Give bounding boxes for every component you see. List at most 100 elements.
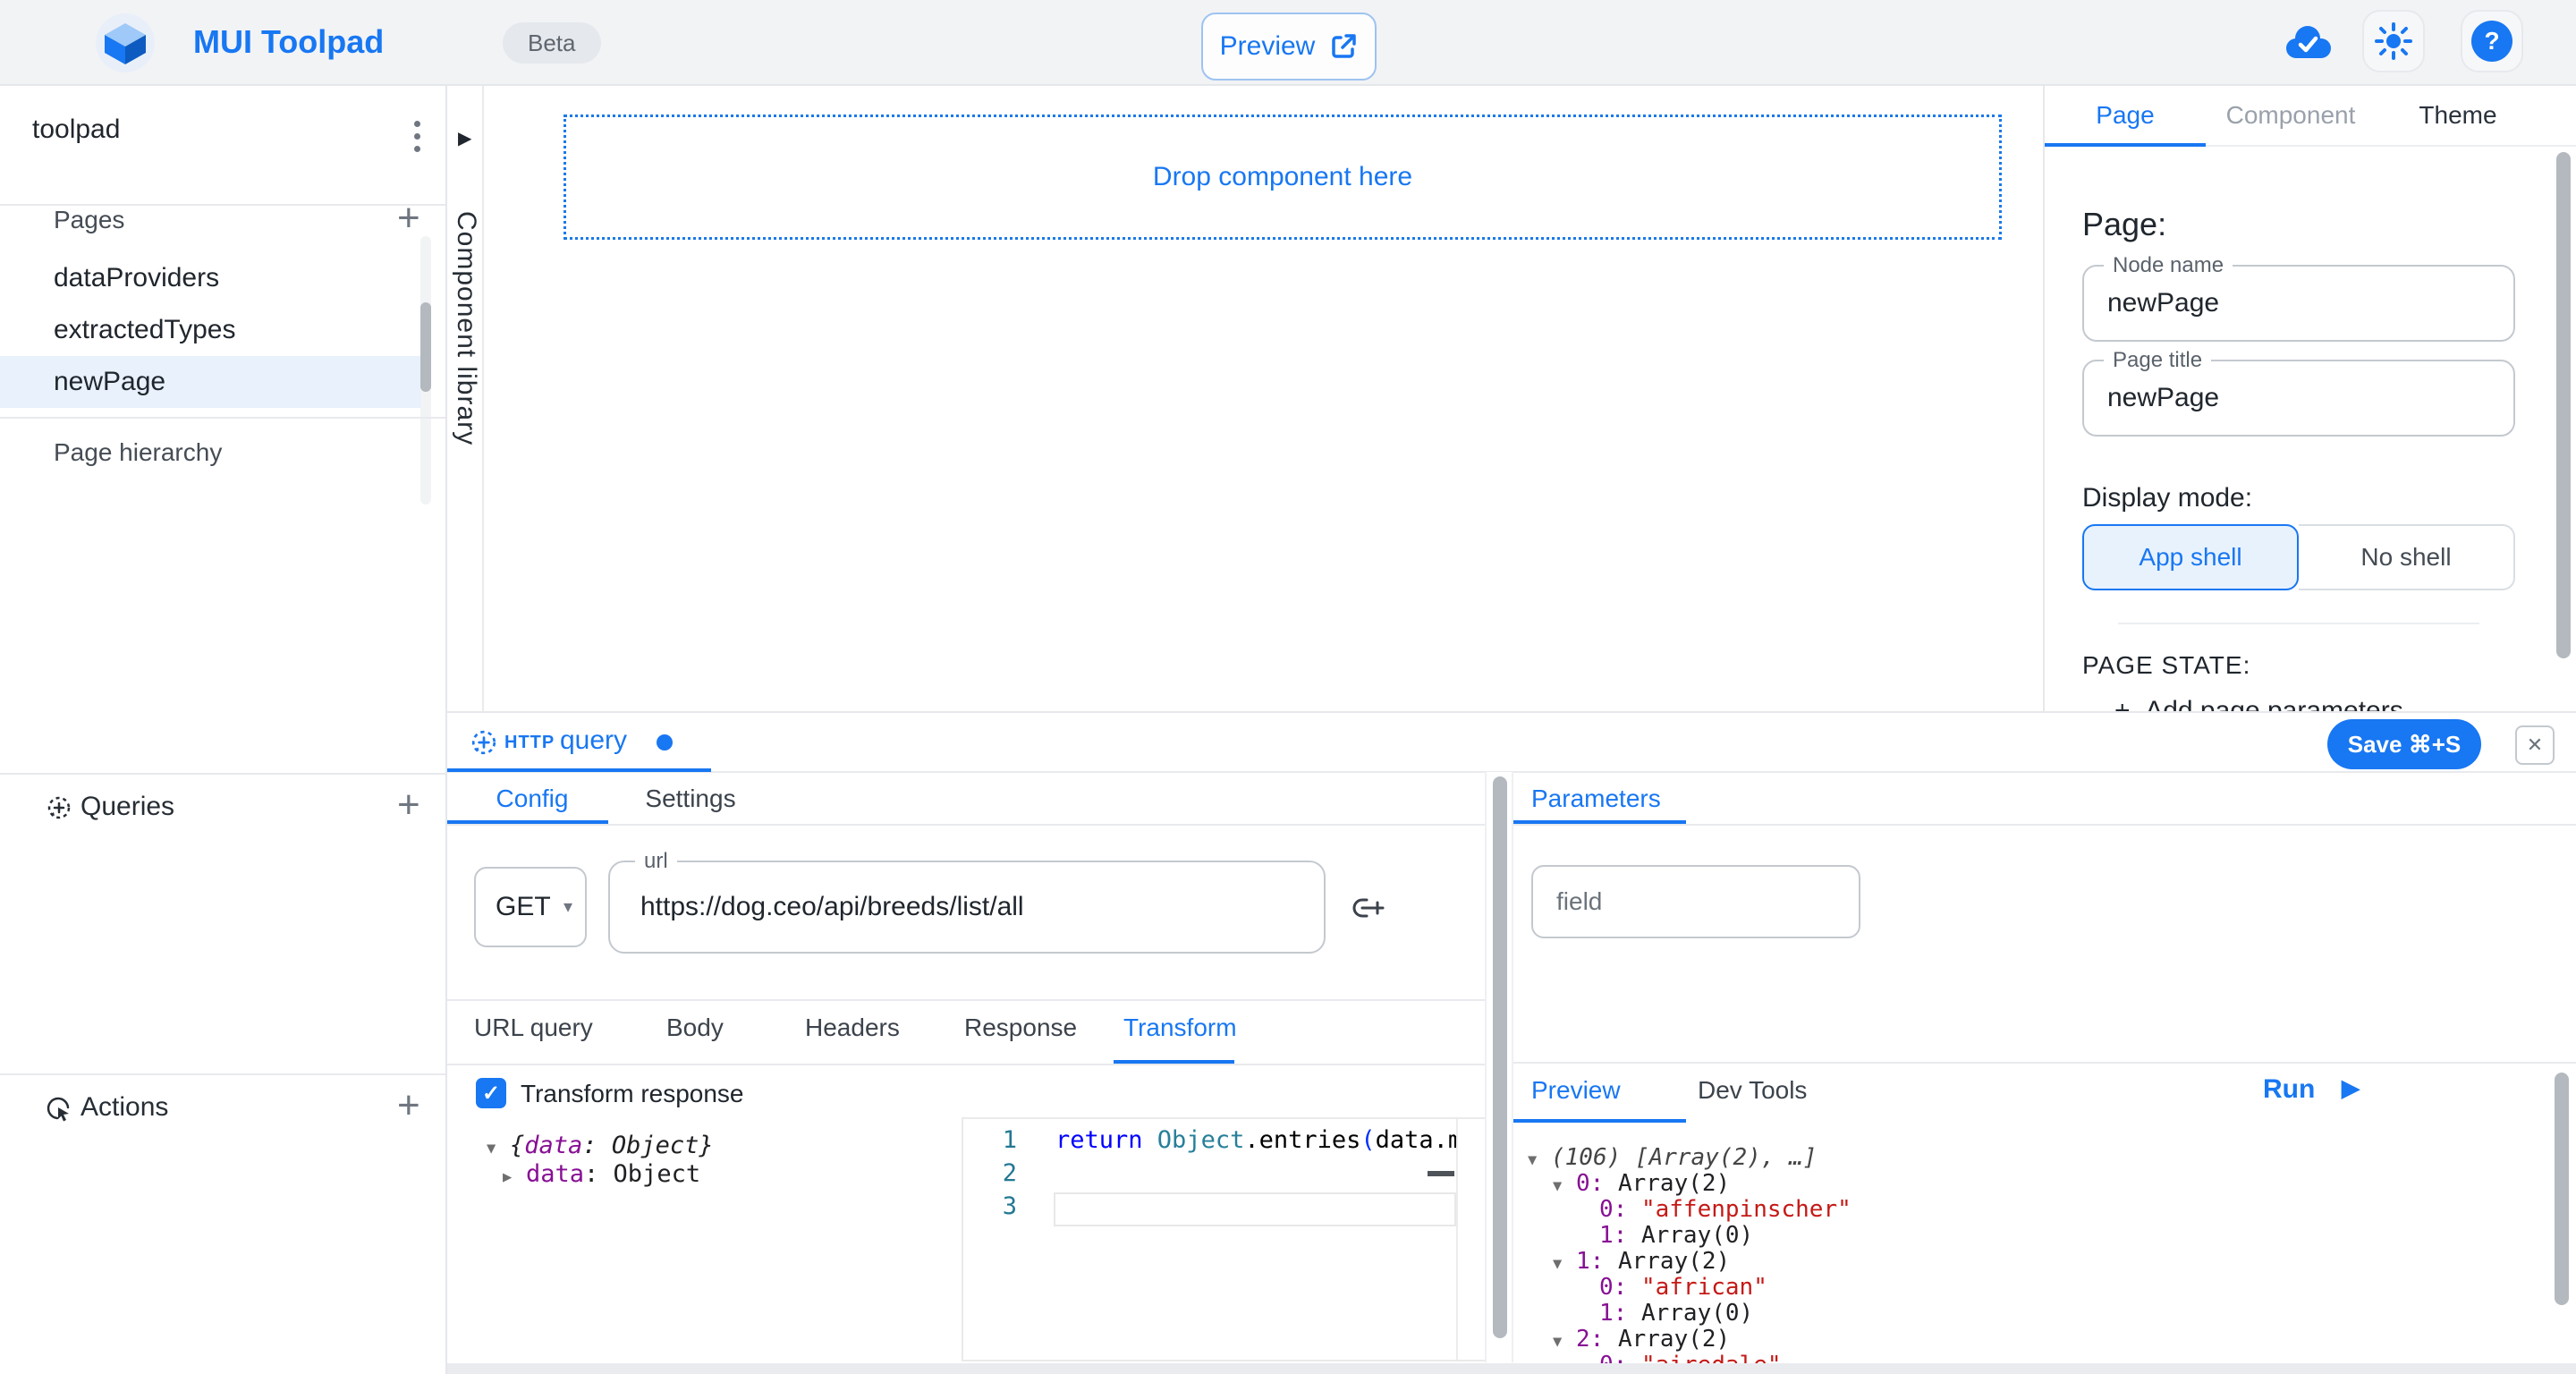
tab-devtools[interactable]: Dev Tools bbox=[1698, 1076, 1807, 1105]
close-panel-button[interactable]: ✕ bbox=[2515, 725, 2555, 765]
expand-triangle-icon[interactable]: ▼ bbox=[1528, 1151, 1551, 1169]
json-row[interactable]: ▼0: Array(2) bbox=[1553, 1170, 1730, 1197]
tab-theme[interactable]: Theme bbox=[2404, 86, 2512, 145]
config-tabs-border bbox=[447, 824, 1485, 826]
code-line-1[interactable]: return Object.entries(data.messag bbox=[1055, 1126, 1456, 1154]
tab-page[interactable]: Page bbox=[2045, 86, 2206, 145]
inspector-scrollbar-thumb[interactable] bbox=[2556, 152, 2571, 658]
save-button[interactable]: Save ⌘+S bbox=[2327, 719, 2481, 769]
tab-component[interactable]: Component bbox=[2215, 86, 2367, 145]
actions-icon bbox=[47, 1097, 72, 1122]
pages-section-header: Pages bbox=[54, 195, 124, 245]
chevron-right-icon[interactable]: ▶ bbox=[458, 127, 471, 149]
no-shell-option[interactable]: No shell bbox=[2299, 524, 2515, 590]
url-field[interactable]: url https://dog.ceo/api/breeds/list/all bbox=[608, 861, 1326, 954]
inspector-heading: Page: bbox=[2082, 206, 2166, 243]
preview-button[interactable]: Preview bbox=[1201, 13, 1377, 81]
sidebar-item-newpage[interactable]: newPage bbox=[0, 356, 422, 408]
sidebar-divider bbox=[0, 417, 445, 419]
expand-triangle-icon[interactable]: ▼ bbox=[1553, 1255, 1576, 1273]
deploy-status-cloud-icon[interactable] bbox=[2284, 25, 2333, 61]
node-name-field[interactable]: Node name newPage bbox=[2082, 265, 2515, 342]
json-row[interactable]: 0: "african" bbox=[1576, 1274, 1767, 1301]
subtab-response[interactable]: Response bbox=[964, 1014, 1077, 1042]
schema-tree-child[interactable]: ▶data: Object bbox=[503, 1160, 700, 1188]
app-shell-option[interactable]: App shell bbox=[2082, 524, 2299, 590]
dropdown-arrow-icon: ▾ bbox=[564, 869, 572, 946]
help-button[interactable]: ? bbox=[2461, 10, 2523, 72]
add-binding-link-icon[interactable] bbox=[1351, 890, 1386, 926]
panel-scrollbar-thumb[interactable] bbox=[1493, 776, 1507, 1338]
page-canvas: ▶ Component library Drop component here bbox=[447, 86, 2043, 711]
panel-scrollbar-track[interactable] bbox=[1485, 772, 1513, 1362]
params-tabs-border bbox=[1513, 824, 2576, 826]
add-page-parameters-clipped[interactable]: + Add page parameters bbox=[2114, 696, 2526, 711]
expand-triangle-icon[interactable]: ▼ bbox=[487, 1140, 510, 1158]
project-menu-button[interactable] bbox=[399, 113, 435, 159]
json-row[interactable]: ▼1: Array(2) bbox=[1553, 1248, 1730, 1275]
inspector-panel: Page Component Theme Page: Node name new… bbox=[2043, 86, 2576, 711]
sidebar-divider bbox=[0, 773, 445, 775]
run-button[interactable]: Run ▶ bbox=[2263, 1074, 2315, 1105]
line-number: 1 bbox=[990, 1126, 1017, 1154]
json-row[interactable]: 0: "affenpinscher" bbox=[1576, 1196, 1852, 1223]
tab-settings[interactable]: Settings bbox=[637, 785, 744, 813]
http-method-select[interactable]: GET ▾ bbox=[474, 867, 587, 947]
drop-component-zone[interactable]: Drop component here bbox=[564, 114, 2002, 240]
json-row[interactable]: 1: Array(0) bbox=[1576, 1222, 1753, 1249]
schema-tree-root[interactable]: ▼{data: Object} bbox=[487, 1132, 714, 1159]
unsaved-dot-indicator bbox=[657, 734, 673, 751]
subtab-headers[interactable]: Headers bbox=[805, 1014, 900, 1042]
display-mode-toggle: App shell No shell bbox=[2082, 524, 2515, 590]
http-query-icon bbox=[470, 729, 497, 756]
close-icon: ✕ bbox=[2527, 734, 2543, 757]
parameter-field-input[interactable]: field bbox=[1531, 865, 1860, 938]
add-query-button[interactable]: + bbox=[397, 785, 420, 825]
subtab-url-query[interactable]: URL query bbox=[474, 1014, 593, 1042]
json-row[interactable]: ▼(106) [Array(2), …] bbox=[1528, 1144, 1817, 1171]
transform-response-label[interactable]: Transform response bbox=[521, 1080, 744, 1108]
json-row[interactable]: 1: Array(0) bbox=[1576, 1300, 1753, 1327]
page-item-label: extractedTypes bbox=[54, 315, 235, 344]
inspector-divider bbox=[2118, 623, 2479, 624]
parameter-field-value: field bbox=[1556, 867, 1602, 937]
line-number: 2 bbox=[990, 1159, 1017, 1187]
page-hierarchy-label[interactable]: Page hierarchy bbox=[54, 428, 222, 478]
horizontal-scrollbar-strip[interactable] bbox=[447, 1363, 2576, 1374]
pages-scrollbar-thumb[interactable] bbox=[420, 302, 431, 392]
page-title-value: newPage bbox=[2107, 361, 2219, 435]
display-mode-label: Display mode: bbox=[2082, 483, 2252, 513]
query-tab[interactable]: HTTP query bbox=[447, 713, 711, 772]
play-icon: ▶ bbox=[2342, 1074, 2360, 1102]
component-library-strip[interactable]: ▶ Component library bbox=[447, 86, 484, 711]
transform-code-editor[interactable]: 1 2 3 return Object.entries(data.messag bbox=[962, 1117, 1487, 1361]
subtabs-bottom-border bbox=[447, 1064, 1485, 1065]
sidebar-item-extractedtypes[interactable]: extractedTypes bbox=[0, 304, 422, 356]
plus-icon: + bbox=[2114, 696, 2131, 711]
preview-tab-indicator bbox=[1513, 1119, 1686, 1123]
sidebar-item-dataproviders[interactable]: dataProviders bbox=[0, 252, 422, 304]
tab-config[interactable]: Config bbox=[487, 785, 577, 813]
query-name-label: query bbox=[560, 725, 627, 756]
theme-toggle-button[interactable] bbox=[2362, 10, 2425, 72]
tab-preview[interactable]: Preview bbox=[1531, 1076, 1621, 1105]
add-page-button[interactable]: + bbox=[397, 199, 420, 238]
subtab-body[interactable]: Body bbox=[666, 1014, 724, 1042]
subtab-transform[interactable]: Transform bbox=[1123, 1014, 1237, 1042]
tab-parameters[interactable]: Parameters bbox=[1531, 785, 1661, 813]
parameters-tab-indicator bbox=[1513, 820, 1686, 824]
json-row[interactable]: ▼2: Array(2) bbox=[1553, 1326, 1730, 1353]
expand-triangle-icon[interactable]: ▼ bbox=[1553, 1333, 1576, 1351]
collapsed-triangle-icon[interactable]: ▶ bbox=[503, 1168, 526, 1186]
sidebar-divider bbox=[0, 1073, 445, 1075]
page-title-field[interactable]: Page title newPage bbox=[2082, 360, 2515, 437]
json-row[interactable]: 0: "airedale" bbox=[1576, 1352, 1782, 1363]
config-tab-indicator bbox=[447, 820, 608, 824]
explorer-sidebar: toolpad Pages + dataProviders extractedT… bbox=[0, 86, 447, 1374]
results-top-border bbox=[1513, 1062, 2576, 1064]
drop-zone-label: Drop component here bbox=[1153, 162, 1412, 192]
expand-triangle-icon[interactable]: ▼ bbox=[1553, 1177, 1576, 1195]
transform-response-checkbox[interactable]: ✓ bbox=[476, 1078, 506, 1108]
results-scrollbar-thumb[interactable] bbox=[2555, 1073, 2569, 1305]
add-action-button[interactable]: + bbox=[397, 1086, 420, 1125]
